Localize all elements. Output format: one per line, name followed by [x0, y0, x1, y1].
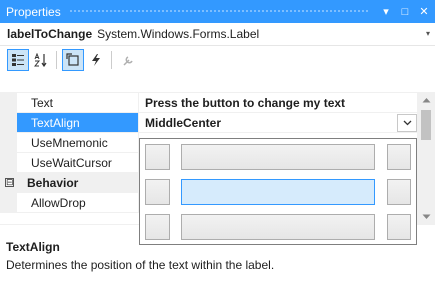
alphabetical-button[interactable] [30, 49, 52, 71]
drag-grip[interactable] [68, 9, 370, 14]
property-grid-scrollbar[interactable] [417, 92, 435, 225]
events-button[interactable] [85, 49, 107, 71]
toolbar-separator [111, 51, 112, 69]
property-value[interactable]: MiddleCenter [139, 113, 417, 133]
alphabetical-icon [34, 53, 47, 67]
properties-toolbar [0, 46, 435, 74]
categorized-icon [12, 54, 24, 66]
align-top-right-button[interactable] [387, 144, 411, 170]
scroll-down-icon[interactable] [417, 209, 435, 225]
property-name: AllowDrop [17, 193, 139, 213]
property-name: UseWaitCursor [17, 153, 139, 173]
properties-button[interactable] [62, 49, 84, 71]
align-top-center-button[interactable] [181, 144, 375, 170]
chevron-down-icon [403, 120, 411, 126]
content-alignment-editor [139, 138, 417, 245]
property-pages-icon [123, 56, 133, 66]
close-icon[interactable]: ✕ [416, 4, 432, 20]
float-window-icon[interactable]: □ [397, 4, 413, 20]
align-middle-left-button[interactable] [145, 179, 170, 205]
property-row-textalign[interactable]: TextAlign MiddleCenter [0, 113, 417, 133]
scroll-thumb[interactable] [421, 110, 431, 140]
description-text: Determines the position of the text with… [6, 258, 275, 272]
property-name: UseMnemonic [17, 133, 139, 153]
property-name: Text [17, 93, 139, 113]
window-title: Properties [6, 4, 61, 19]
property-pages-button[interactable] [117, 49, 139, 71]
value-dropdown-button[interactable] [397, 114, 417, 132]
row-margin [0, 193, 17, 213]
row-margin [0, 133, 17, 153]
align-middle-right-button[interactable] [387, 179, 411, 205]
row-margin [0, 93, 17, 113]
category-name: Behavior [0, 173, 139, 193]
categorized-button[interactable] [7, 49, 29, 71]
description-title: TextAlign [6, 240, 60, 254]
property-row-text[interactable]: Text Press the button to change my text [0, 93, 417, 113]
property-name: TextAlign [17, 113, 139, 133]
row-margin [0, 113, 17, 133]
object-name: labelToChange [7, 27, 93, 41]
align-middle-center-button[interactable] [181, 179, 375, 205]
object-selector-dropdown-icon[interactable]: ▾ [426, 29, 430, 38]
align-top-left-button[interactable] [145, 144, 170, 170]
collapse-icon[interactable]: ⊟ [5, 178, 14, 187]
properties-icon [66, 53, 79, 66]
events-icon [92, 54, 100, 66]
description-pane: TextAlign Determines the position of the… [0, 234, 435, 298]
property-value[interactable]: Press the button to change my text [139, 93, 417, 113]
window-menu-dropdown-icon[interactable]: ▾ [378, 4, 394, 20]
properties-titlebar: Properties ▾ □ ✕ [0, 0, 435, 23]
object-selector[interactable]: labelToChange System.Windows.Forms.Label… [0, 23, 435, 46]
object-type: System.Windows.Forms.Label [97, 27, 260, 41]
toolbar-separator [56, 51, 57, 69]
scroll-up-icon[interactable] [417, 92, 435, 108]
row-margin [0, 153, 17, 173]
